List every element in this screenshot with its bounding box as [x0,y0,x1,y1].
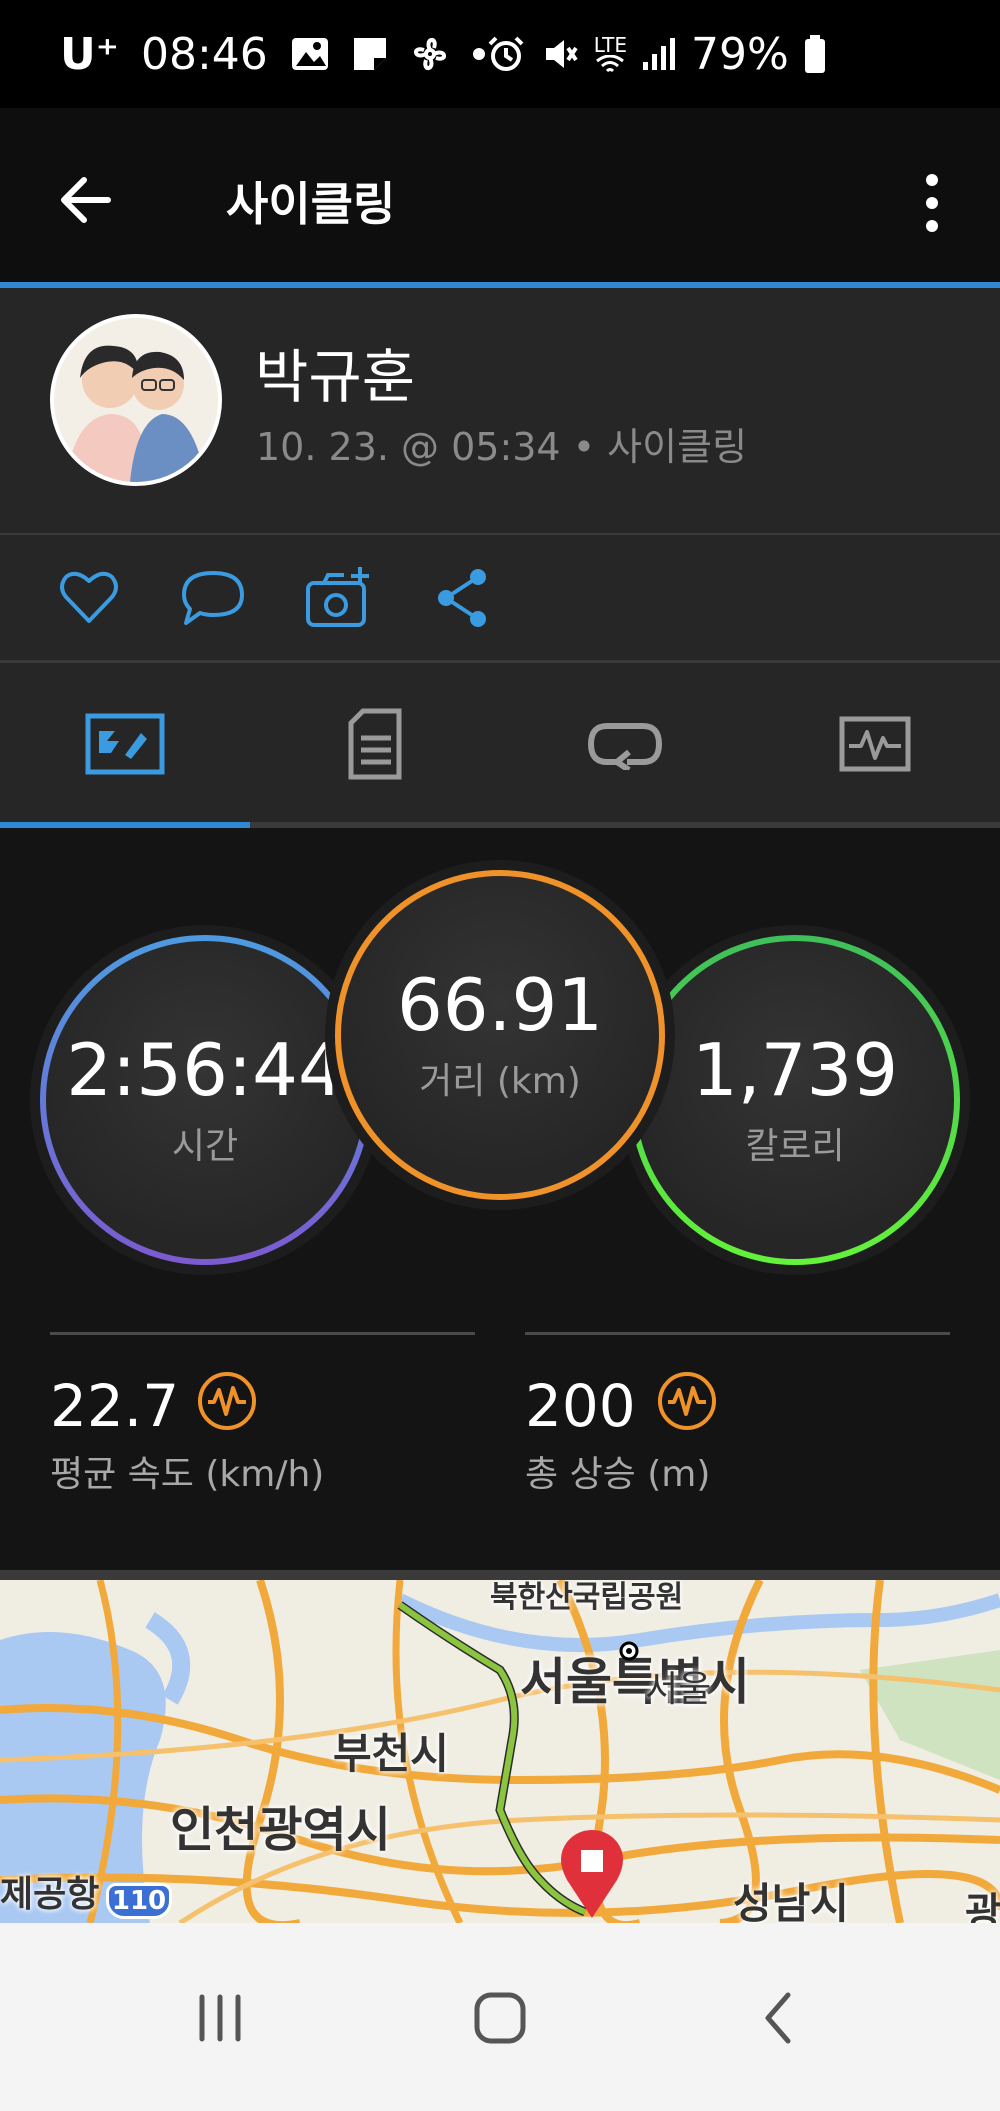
finish-marker-icon [561,1830,623,1918]
avg-speed-badge-icon[interactable] [196,1370,258,1432]
route-shield: 110 [106,1883,172,1919]
recent-apps-icon[interactable] [180,1983,260,2053]
clock: 08:46 [140,28,268,80]
system-nav-bar [0,1923,1000,2111]
map-point-icon [619,1641,639,1661]
avg-speed-value: 22.7 [50,1372,180,1440]
back-arrow-icon[interactable] [52,165,122,235]
activity-tabs [0,663,1000,825]
elevation-badge-icon[interactable] [656,1370,718,1432]
map-label: 광 [965,1890,1000,1923]
tab-details[interactable] [250,663,500,825]
activity-owner: 박규훈 10. 23. @ 05:34 • 사이클링 [0,288,1000,533]
tab-charts[interactable] [750,663,1000,825]
map-label: 성남시 [733,1879,849,1923]
summary-dashboard-icon [85,713,165,775]
action-bar [0,535,1000,660]
map-label: 서울 [645,1669,712,1710]
loop-icon [587,723,663,770]
status-bar: U⁺ 08:46 LTE 79% [0,0,1000,108]
avg-speed-label: 평균 속도 (km/h) [50,1454,325,1495]
map-label: 북한산국립공원 [490,1580,684,1615]
tab-summary[interactable] [0,663,250,825]
carrier-label: U⁺ [60,28,119,80]
lte-wifi-icon: LTE [594,35,627,73]
share-icon[interactable] [432,565,502,631]
distance-label: 거리 (km) [419,1060,581,1102]
calories-label: 칼로리 [745,1125,845,1167]
mute-icon [540,34,580,74]
map-label: 부천시 [333,1729,449,1778]
time-label: 시간 [171,1125,239,1167]
map-label: 제공항 [0,1874,100,1915]
note-icon [352,36,388,72]
metric-divider [525,1332,950,1335]
gallery-icon [290,36,330,72]
tab-laps[interactable] [500,663,750,825]
route-map[interactable]: 북한산국립공원 서울특별시 서울 부천시 인천광역시 제공항 110 성남시 광 [0,1580,1000,1923]
battery-percent: 79% [691,28,789,80]
alarm-icon [486,34,526,74]
chart-graph-icon [839,716,911,772]
metric-divider [50,1332,475,1335]
more-options-icon[interactable] [912,168,952,238]
elevation-gain-label: 총 상승 (m) [525,1454,711,1495]
fan-icon [410,34,450,74]
distance-value: 66.91 [396,963,604,1048]
like-heart-icon[interactable] [56,565,126,631]
calories-ring: 1,739 칼로리 [630,935,960,1265]
avatar[interactable] [50,314,222,486]
app-bar: 사이클링 [0,108,1000,285]
battery-icon [803,34,827,74]
map-background [0,1580,1000,1923]
time-value: 2:56:44 [66,1028,344,1113]
home-icon[interactable] [460,1983,540,2053]
page-title: 사이클링 [226,177,396,231]
activity-meta: 10. 23. @ 05:34 • 사이클링 [256,425,748,469]
calories-value: 1,739 [691,1028,899,1113]
map-label: 인천광역시 [170,1802,391,1858]
user-name[interactable]: 박규훈 [255,330,415,414]
elevation-gain-value: 200 [525,1372,636,1440]
distance-ring: 66.91 거리 (km) [335,870,665,1200]
comment-icon[interactable] [178,565,248,631]
map-separator [0,1570,1000,1580]
signal-icon [641,36,677,72]
add-photo-icon[interactable] [304,565,374,631]
notification-dot-icon [472,47,486,61]
back-nav-icon[interactable] [740,1983,820,2053]
document-icon [348,708,402,780]
time-ring: 2:56:44 시간 [40,935,370,1265]
